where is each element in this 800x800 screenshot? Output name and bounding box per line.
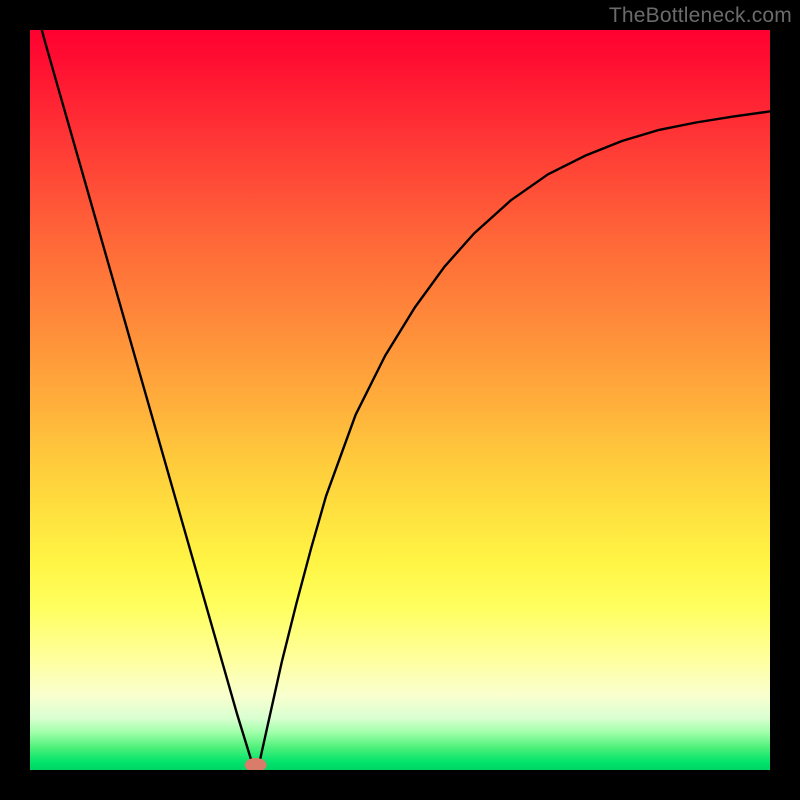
watermark-text: TheBottleneck.com <box>609 4 792 28</box>
plot-area <box>30 30 770 770</box>
optimum-marker <box>245 758 267 770</box>
bottleneck-curve <box>30 30 770 770</box>
curve-svg <box>30 30 770 770</box>
chart-frame: TheBottleneck.com <box>0 0 800 800</box>
